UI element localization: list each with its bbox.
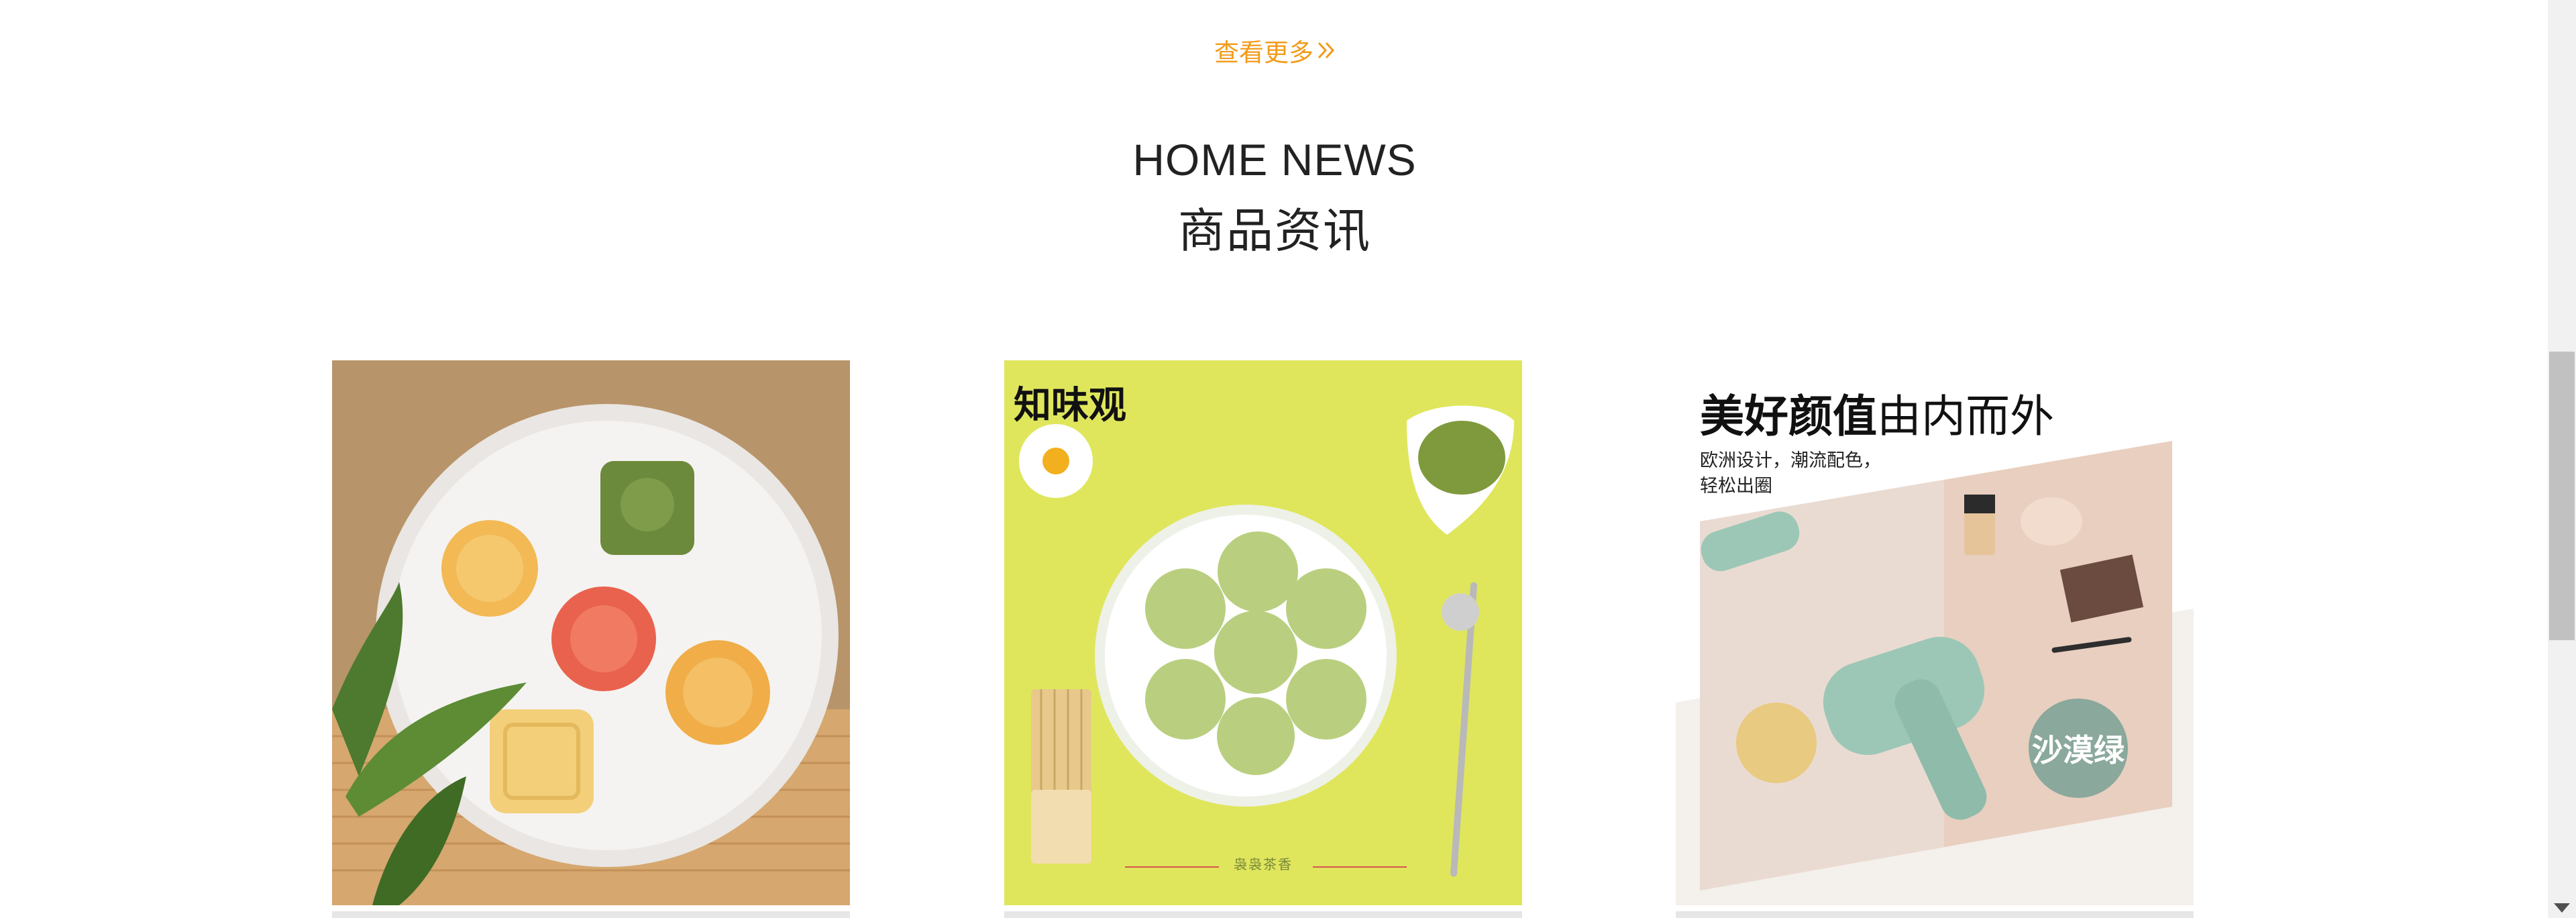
matcha-image (1004, 360, 1522, 905)
page: 查看更多 HOME NEWS 商品资讯 知味观 袅袅茶香 美好颜值由内而外 欧洲… (0, 0, 2576, 918)
news-card-mooncake[interactable] (332, 360, 850, 905)
hair-dryer-image (1676, 360, 2194, 905)
mooncake-image (332, 360, 850, 905)
card-divider (332, 911, 850, 918)
news-card-matcha[interactable]: 知味观 袅袅茶香 (1004, 360, 1522, 905)
view-more-link[interactable]: 查看更多 (1214, 32, 1338, 68)
news-card-hair-dryer[interactable]: 美好颜值由内而外 欧洲设计，潮流配色， 轻松出圈 沙漠绿 (1676, 360, 2194, 905)
double-chevron-right-icon (1318, 42, 1335, 59)
color-badge: 沙漠绿 (2029, 699, 2128, 798)
view-more-label: 查看更多 (1214, 39, 1313, 66)
scrollbar-thumb[interactable] (2549, 352, 2575, 640)
section-title-en: HOME NEWS (1132, 135, 1417, 185)
scroll-down-arrow-icon[interactable] (2554, 903, 2570, 913)
card-divider (1676, 911, 2194, 918)
card-divider (1004, 911, 1522, 918)
vertical-scrollbar[interactable] (2548, 0, 2576, 918)
section-title-cn: 商品资讯 (1178, 205, 1371, 257)
